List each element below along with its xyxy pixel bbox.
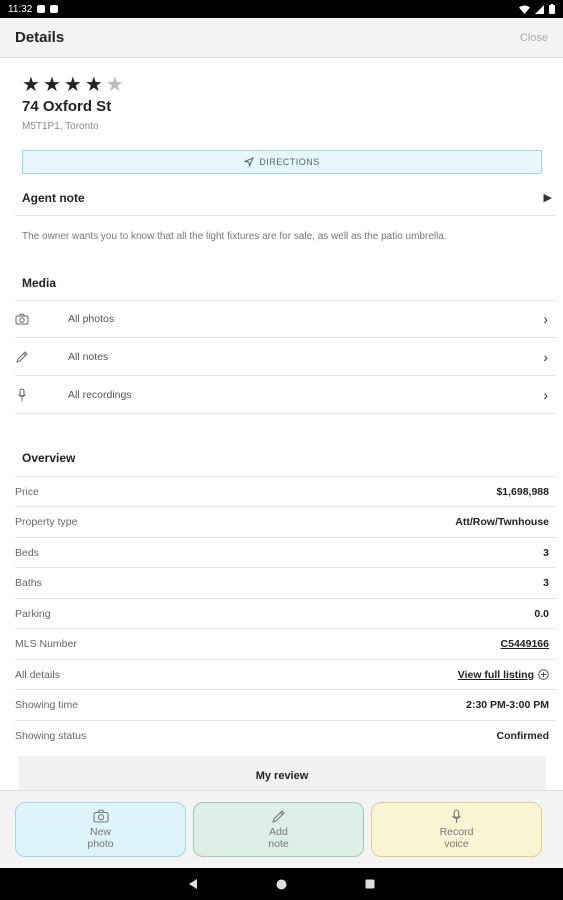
star-empty-icon: ★ [105,74,124,96]
overview-row-all-details: All details View full listing [15,659,556,689]
record-voice-line2: voice [444,838,469,850]
agent-note-text: The owner wants you to know that all the… [22,231,447,242]
overview-section-title: Overview [22,451,76,465]
overview-row-beds: Beds 3 [15,537,556,567]
media-item-label: All photos [68,313,115,325]
listing-address: 74 Oxford St [22,98,112,115]
add-note-button[interactable]: Add note [193,802,364,857]
overview-key: All details [15,668,60,681]
camera-icon [92,809,109,823]
my-review-button[interactable]: My review [18,756,546,790]
mls-number-link[interactable]: C5449166 [501,638,549,650]
media-item-recordings[interactable]: All recordings › [15,377,556,414]
pencil-icon [271,809,286,823]
new-photo-button[interactable]: New photo [15,802,186,857]
media-section-title: Media [22,276,57,290]
battery-icon [549,4,555,14]
notification-icon [37,5,46,13]
action-bar: New photo Add note Record voice [0,790,563,868]
overview-row-mls-number: MLS Number C5449166 [15,628,556,658]
listing-city: M5T1P1, Toronto [22,121,99,132]
system-nav-bar [0,868,563,900]
home-icon[interactable] [276,879,287,890]
media-item-photos[interactable]: All photos › [15,301,556,338]
overview-row-showing-time: Showing time 2:30 PM-3:00 PM [15,689,556,719]
overview-row-baths: Baths 3 [15,567,556,597]
media-item-label: All recordings [68,389,132,401]
media-item-notes[interactable]: All notes › [15,339,556,376]
chevron-right-icon: › [543,349,548,365]
directions-button[interactable]: DIRECTIONS [22,150,542,174]
overview-row-parking: Parking 0.0 [15,598,556,628]
star-filled-icon: ★ [22,74,40,96]
status-bar: 11:32 [0,0,563,18]
back-icon[interactable] [188,878,198,890]
overview-key: Beds [15,546,39,559]
star-rating: ★ ★ ★ ★ ★ [22,74,124,96]
overview-row-property-type: Property type Att/Row/Twnhouse [15,506,556,536]
overview-row-showing-status: Showing status Confirmed [15,720,556,750]
navigation-arrow-icon [244,157,255,167]
record-voice-button[interactable]: Record voice [371,802,542,857]
page-title: Details [15,29,65,46]
record-voice-line1: Record [439,826,474,838]
chevron-right-icon: › [543,387,548,403]
plus-circle-icon [538,669,549,680]
view-full-listing-link[interactable]: View full listing [458,669,549,681]
my-review-label: My review [255,770,309,782]
overview-value: Att/Row/Twnhouse [455,515,549,528]
signal-icon [535,4,544,14]
overview-value: 3 [543,576,549,589]
overview-row-price: Price $1,698,988 [15,476,556,506]
chevron-right-icon: › [543,311,548,327]
star-filled-icon: ★ [42,74,61,96]
overview-value: 3 [543,546,549,559]
recents-icon[interactable] [365,879,375,889]
overview-key: MLS Number [15,637,77,650]
agent-note-title: Agent note [22,190,85,205]
add-note-line1: Add [269,826,288,838]
overview-value: 2:30 PM-3:00 PM [466,698,549,711]
overview-key: Parking [15,607,51,620]
wifi-icon [519,5,530,14]
status-time: 11:32 [8,3,33,15]
overview-key: Baths [15,576,42,589]
new-photo-line2: photo [87,838,114,850]
directions-label: DIRECTIONS [259,157,320,167]
overview-key: Showing time [15,698,79,711]
overview-key: Property type [15,515,78,528]
microphone-icon [15,388,29,402]
view-full-listing-label: View full listing [457,668,534,681]
details-content[interactable]: ★ ★ ★ ★ ★ 74 Oxford St M5T1P1, Toronto DIREC… [0,58,563,790]
new-photo-line1: New [89,826,111,838]
star-filled-icon: ★ [84,74,103,96]
pencil-icon [15,350,29,364]
overview-value: 0.0 [534,607,549,620]
microphone-icon [451,809,462,823]
overview-value: Confirmed [496,729,550,742]
expand-triangle-icon[interactable]: ▶ [544,191,552,204]
add-note-line2: note [268,838,289,850]
overview-value: $1,698,988 [496,485,549,498]
media-item-label: All notes [68,351,109,363]
agent-note-header[interactable]: Agent note ▶ [15,180,556,216]
close-button[interactable]: Close [520,32,548,44]
star-filled-icon: ★ [63,74,82,96]
overview-key: Price [15,485,39,498]
sim-icon [50,5,59,13]
app-bar: Details Close [0,18,563,58]
overview-key: Showing status [15,729,87,742]
camera-icon [15,312,29,326]
